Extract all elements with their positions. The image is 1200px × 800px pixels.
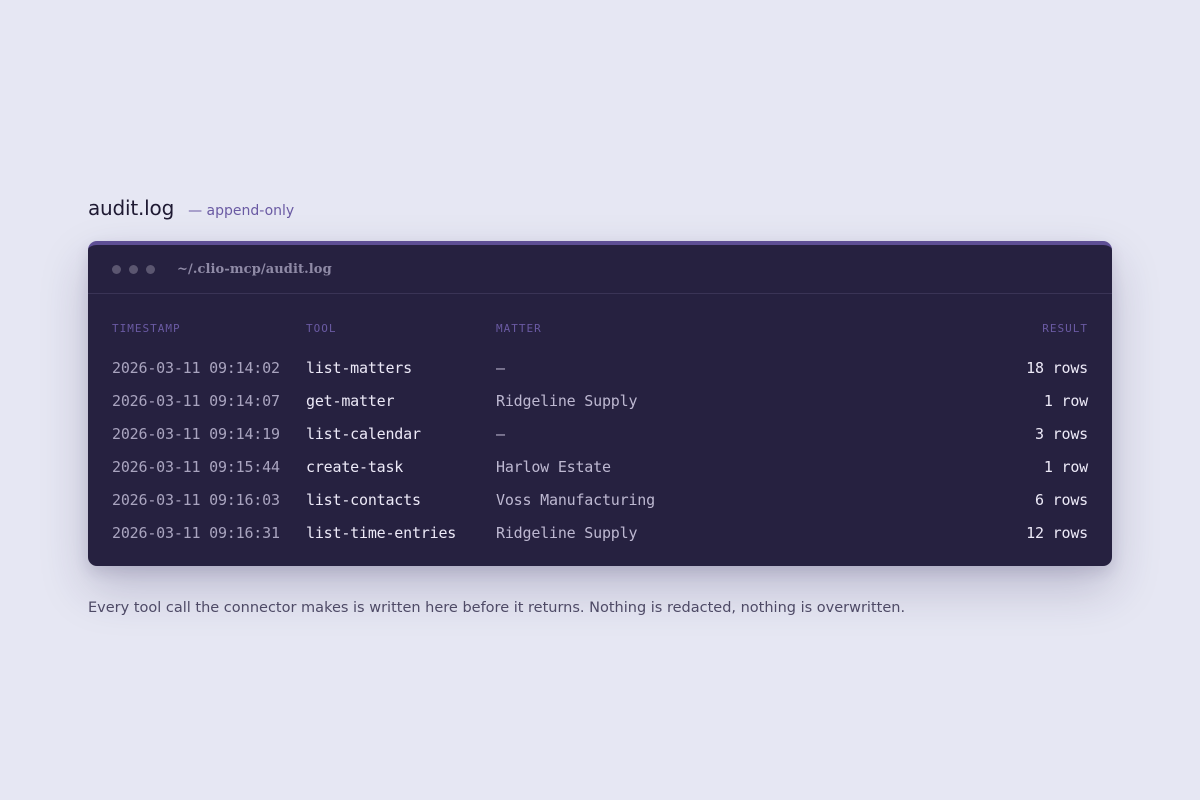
table-row: 2026-03-11 09:16:31 list-time-entries Ri… [112,516,1088,549]
timestamp-cell: 2026-03-11 09:16:03 [112,490,280,509]
column-header-matter: MATTER [496,321,542,335]
minimize-dot-icon [129,264,138,274]
timestamp-cell: 2026-03-11 09:16:31 [112,523,280,542]
tool-cell: list-time-entries [306,523,457,542]
audit-log-section: audit.log — append-only ~/.clio-mcp/audi… [88,196,1112,616]
result-cell: 18 rows [1026,358,1088,377]
caption-text: Every tool call the connector makes is w… [88,599,906,616]
result-cell: 1 row [1043,457,1088,476]
window-controls [112,264,155,274]
timestamp-cell: 2026-03-11 09:15:44 [112,457,280,476]
close-dot-icon [112,264,121,274]
matter-cell: Ridgeline Supply [496,523,638,542]
result-cell: 12 rows [1026,523,1088,542]
tool-cell: list-calendar [306,424,421,443]
result-cell: 3 rows [1035,424,1088,443]
column-header-tool: TOOL [306,321,337,335]
timestamp-cell: 2026-03-11 09:14:19 [112,424,280,443]
matter-cell: Voss Manufacturing [496,490,655,509]
matter-cell: — [496,358,505,377]
tool-cell: list-matters [306,358,412,377]
terminal-titlebar: ~/.clio-mcp/audit.log [88,245,1112,294]
tool-cell: list-contacts [306,490,421,509]
section-heading: audit.log — append-only [88,196,1112,226]
result-cell: 1 row [1043,391,1088,410]
table-row: 2026-03-11 09:15:44 create-task Harlow E… [112,450,1088,483]
table-row: 2026-03-11 09:14:19 list-calendar — 3 ro… [112,417,1088,450]
table-header-row: TIMESTAMP TOOL MATTER RESULT [112,321,1088,351]
section-title: audit.log [88,196,175,220]
matter-cell: — [496,424,505,443]
terminal-window: ~/.clio-mcp/audit.log TIMESTAMP TOOL MAT… [88,241,1112,566]
timestamp-cell: 2026-03-11 09:14:02 [112,358,280,377]
audit-table: TIMESTAMP TOOL MATTER RESULT 2026-03-11 … [112,321,1088,549]
timestamp-cell: 2026-03-11 09:14:07 [112,391,280,410]
tool-cell: get-matter [306,391,395,410]
tool-cell: create-task [306,457,404,476]
table-row: 2026-03-11 09:14:07 get-matter Ridgeline… [112,384,1088,417]
section-subtitle: — append-only [188,203,295,219]
result-cell: 6 rows [1035,490,1088,509]
column-header-timestamp: TIMESTAMP [112,321,181,335]
maximize-dot-icon [146,264,155,274]
table-row: 2026-03-11 09:14:02 list-matters — 18 ro… [112,351,1088,384]
file-path: ~/.clio-mcp/audit.log [177,261,332,277]
matter-cell: Ridgeline Supply [496,391,638,410]
matter-cell: Harlow Estate [496,457,611,476]
column-header-result: RESULT [1042,321,1088,335]
table-row: 2026-03-11 09:16:03 list-contacts Voss M… [112,483,1088,516]
